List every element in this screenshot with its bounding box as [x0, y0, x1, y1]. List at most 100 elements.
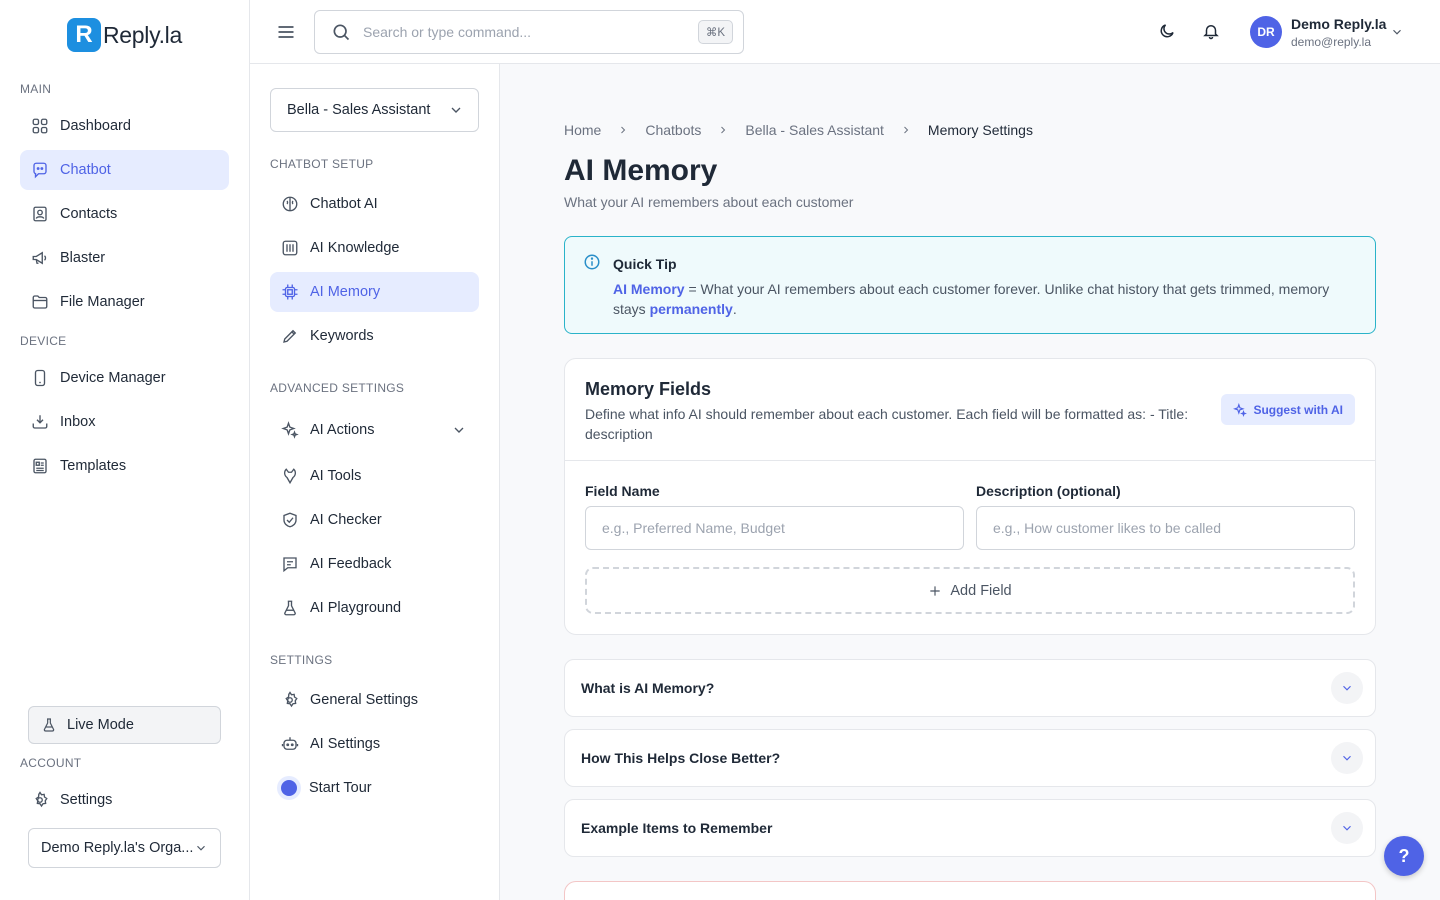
- section-label-settings: SETTINGS: [270, 653, 333, 667]
- organization-select[interactable]: Demo Reply.la's Orga...: [28, 828, 221, 868]
- sub-item-label: AI Memory: [310, 284, 381, 300]
- next-card-partial: [564, 881, 1376, 900]
- nav-item-device-manager[interactable]: Device Manager: [20, 358, 229, 398]
- tour-icon: [277, 776, 301, 800]
- memory-fields-description: Define what info AI should remember abou…: [585, 406, 1189, 442]
- tip-term: AI Memory: [613, 281, 685, 297]
- organization-name: Demo Reply.la's Orga...: [41, 840, 194, 856]
- nav-label: File Manager: [60, 294, 145, 310]
- search-input[interactable]: Search or type command...: [363, 24, 686, 40]
- avatar[interactable]: DR: [1250, 16, 1282, 48]
- sub-item-start-tour[interactable]: Start Tour: [270, 768, 479, 808]
- nav-label: Chatbot: [60, 162, 111, 178]
- sub-item-label: AI Tools: [310, 468, 362, 484]
- faq-example-items[interactable]: Example Items to Remember: [564, 799, 1376, 857]
- breadcrumb-home[interactable]: Home: [564, 122, 601, 138]
- nav-item-blaster[interactable]: Blaster: [20, 238, 229, 278]
- sparkles-icon: [1233, 402, 1248, 417]
- sub-item-general-settings[interactable]: General Settings: [270, 680, 479, 720]
- breadcrumb-bot[interactable]: Bella - Sales Assistant: [745, 122, 884, 138]
- sub-item-ai-tools[interactable]: AI Tools: [270, 456, 479, 496]
- search-icon: [331, 22, 351, 42]
- nav-label: Dashboard: [60, 118, 131, 134]
- section-label-device: DEVICE: [20, 334, 67, 348]
- sub-item-ai-knowledge[interactable]: AI Knowledge: [270, 228, 479, 268]
- top-header: Search or type command... ⌘K DR Demo Rep…: [250, 0, 1440, 64]
- phone-icon: [31, 369, 49, 387]
- memory-fields-title: Memory Fields: [585, 379, 712, 399]
- chevron-down-icon[interactable]: [451, 422, 467, 438]
- chatbot-select[interactable]: Bella - Sales Assistant: [270, 88, 479, 132]
- suggest-with-ai-button[interactable]: Suggest with AI: [1221, 394, 1355, 425]
- add-field-button[interactable]: Add Field: [585, 567, 1355, 614]
- megaphone-icon: [31, 249, 49, 267]
- logo-text: Reply.la: [103, 21, 182, 48]
- suggest-label: Suggest with AI: [1253, 402, 1343, 417]
- chevron-down-icon[interactable]: [1331, 672, 1363, 704]
- templates-icon: [31, 457, 49, 475]
- description-label: Description (optional): [976, 483, 1121, 499]
- quick-tip-callout: Quick Tip AI Memory = What your AI remem…: [564, 236, 1376, 334]
- sub-item-keywords[interactable]: Keywords: [270, 316, 479, 356]
- command-search[interactable]: Search or type command... ⌘K: [314, 10, 744, 54]
- chat-bot-icon: [31, 161, 49, 179]
- sub-item-ai-settings[interactable]: AI Settings: [270, 724, 479, 764]
- nav-item-file-manager[interactable]: File Manager: [20, 282, 229, 322]
- pen-icon: [281, 327, 299, 345]
- logo-mark: R: [67, 18, 101, 52]
- faq-question: Example Items to Remember: [581, 820, 773, 836]
- faq-question: What is AI Memory?: [581, 680, 715, 696]
- page-subtitle: What your AI remembers about each custom…: [564, 194, 854, 210]
- nav-label: Inbox: [60, 414, 96, 430]
- nav-item-contacts[interactable]: Contacts: [20, 194, 229, 234]
- breadcrumb-chatbots[interactable]: Chatbots: [645, 122, 701, 138]
- grid-icon: [31, 117, 49, 135]
- tools-icon: [281, 467, 299, 485]
- sub-item-label: General Settings: [310, 692, 419, 708]
- breadcrumb-current: Memory Settings: [927, 122, 1033, 138]
- book-icon: [281, 239, 299, 257]
- sub-item-chatbot-ai[interactable]: Chatbot AI: [270, 184, 479, 224]
- live-mode-label: Live Mode: [67, 717, 134, 733]
- nav-item-dashboard[interactable]: Dashboard: [20, 106, 229, 146]
- nav-item-inbox[interactable]: Inbox: [20, 402, 229, 442]
- sub-item-label: Keywords: [310, 328, 374, 344]
- chevron-down-icon: [448, 102, 464, 118]
- chevron-down-icon[interactable]: [1331, 812, 1363, 844]
- moon-icon[interactable]: [1158, 22, 1176, 40]
- chevron-down-icon[interactable]: [1331, 742, 1363, 774]
- brain-icon: [281, 195, 299, 213]
- plus-icon: [928, 584, 942, 598]
- nav-item-chatbot[interactable]: Chatbot: [20, 150, 229, 190]
- chip-icon: [281, 283, 299, 301]
- robot-icon: [281, 735, 299, 753]
- card-divider: [565, 460, 1375, 461]
- sub-item-ai-memory[interactable]: AI Memory: [270, 272, 479, 312]
- nav-label: Templates: [60, 458, 127, 474]
- live-mode-button[interactable]: Live Mode: [28, 706, 221, 744]
- nav-item-templates[interactable]: Templates: [20, 446, 229, 486]
- help-button[interactable]: ?: [1384, 836, 1424, 876]
- main-sidebar: R Reply.la MAIN Dashboard Chatbot Contac…: [0, 0, 250, 900]
- description-input[interactable]: e.g., How customer likes to be called: [976, 506, 1355, 550]
- gear-icon: [281, 691, 299, 709]
- nav-item-settings[interactable]: Settings: [20, 780, 229, 820]
- chevron-right-icon: [717, 124, 729, 136]
- gear-icon: [31, 791, 49, 809]
- field-name-input[interactable]: e.g., Preferred Name, Budget: [585, 506, 964, 550]
- faq-what-is-ai-memory[interactable]: What is AI Memory?: [564, 659, 1376, 717]
- faq-question: How This Helps Close Better?: [581, 750, 781, 766]
- sub-item-ai-checker[interactable]: AI Checker: [270, 500, 479, 540]
- sub-item-ai-playground[interactable]: AI Playground: [270, 588, 479, 628]
- sub-item-label: AI Checker: [310, 512, 382, 528]
- sub-item-ai-actions[interactable]: AI Actions: [270, 410, 479, 450]
- nav-label: Settings: [60, 792, 113, 808]
- chevron-down-icon[interactable]: [1390, 25, 1404, 39]
- menu-icon[interactable]: [276, 22, 296, 42]
- add-field-label: Add Field: [950, 582, 1012, 599]
- sub-item-ai-feedback[interactable]: AI Feedback: [270, 544, 479, 584]
- bell-icon[interactable]: [1202, 22, 1220, 40]
- user-name[interactable]: Demo Reply.la: [1291, 16, 1386, 32]
- app-logo[interactable]: R Reply.la: [67, 18, 182, 52]
- faq-how-this-helps[interactable]: How This Helps Close Better?: [564, 729, 1376, 787]
